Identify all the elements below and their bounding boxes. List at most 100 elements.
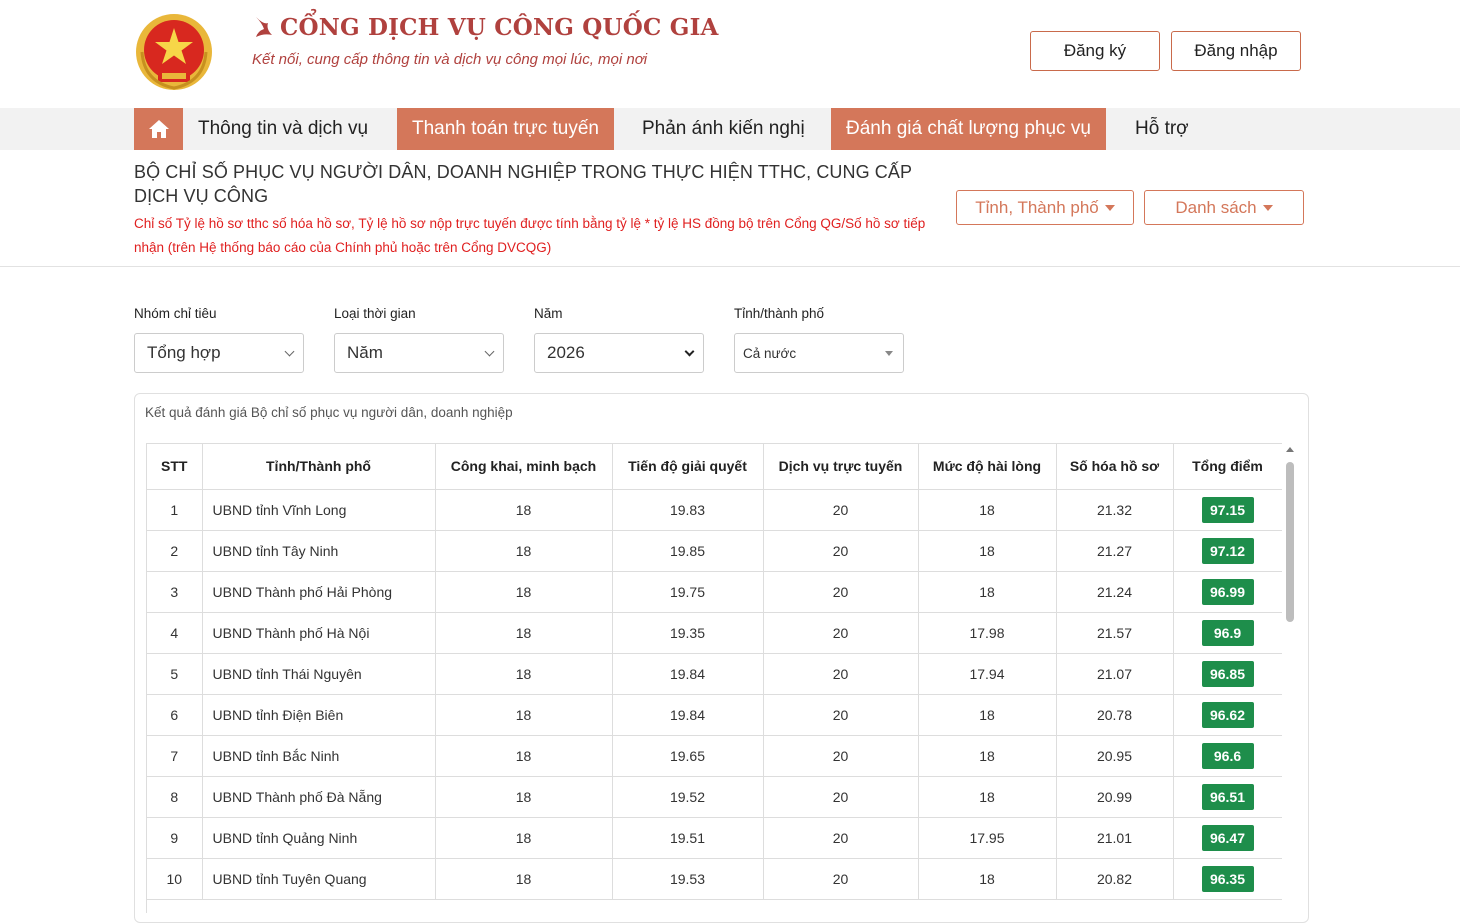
nav-home[interactable]	[134, 108, 183, 150]
table-scrollbar[interactable]	[1283, 444, 1297, 914]
cell-transparency: 18	[435, 817, 613, 859]
cell-online-service: 20	[763, 735, 919, 777]
cell-online-service: 20	[763, 858, 919, 900]
cell-digitization: 21.24	[1056, 571, 1174, 613]
filter-group-select[interactable]: Tổng hợp	[134, 333, 304, 373]
scrollbar-thumb[interactable]	[1286, 462, 1294, 622]
caret-down-icon	[1104, 204, 1115, 211]
list-dropdown[interactable]: Danh sách	[1144, 190, 1304, 225]
column-header[interactable]: Số hóa hồ sơ	[1056, 444, 1174, 490]
site-header: CỔNG DỊCH VỤ CÔNG QUỐC GIA Kết nối, cung…	[0, 0, 1460, 108]
cell-digitization: 20.99	[1056, 776, 1174, 818]
cell-name: UBND tỉnh Quảng Ninh	[202, 817, 436, 859]
column-header[interactable]: Dịch vụ trực tuyến	[763, 444, 919, 490]
column-header[interactable]: Công khai, minh bạch	[435, 444, 613, 490]
cell-transparency: 18	[435, 530, 613, 572]
column-header[interactable]: Tổng điểm	[1173, 444, 1282, 490]
table-row[interactable]: 6 UBND tỉnh Điện Biên 18 19.84 20 18 20.78 96.6…	[147, 694, 1282, 736]
cell-progress: 19.85	[612, 530, 764, 572]
cell-satisfaction: 18	[918, 530, 1057, 572]
table-row[interactable]: 3 UBND Thành phố Hải Phòng 18 19.75 20 18 21.2…	[147, 571, 1282, 613]
nav-service-quality[interactable]: Đánh giá chất lượng phục vụ	[831, 108, 1106, 150]
cell-progress: 19.52	[612, 776, 764, 818]
cell-transparency: 18	[435, 694, 613, 736]
total-score-badge: 96.6	[1201, 742, 1254, 769]
cell-digitization: 20.82	[1056, 858, 1174, 900]
total-score-badge: 96.47	[1201, 824, 1254, 851]
cell-digitization: 20.95	[1056, 735, 1174, 777]
filter-year-label: Năm	[534, 306, 563, 321]
national-emblem-icon[interactable]	[134, 12, 214, 92]
cell-satisfaction: 18	[918, 735, 1057, 777]
cell-progress: 19.65	[612, 735, 764, 777]
cell-digitization: 21.27	[1056, 530, 1174, 572]
nav-feedback[interactable]: Phản ánh kiến nghị	[627, 108, 820, 150]
cell-satisfaction: 17.94	[918, 653, 1057, 695]
filter-province-label: Tỉnh/thành phố	[734, 306, 825, 321]
cell-progress: 19.83	[612, 489, 764, 531]
title-area: Bộ chỉ số phục vụ người dân, doanh nghiệ…	[134, 160, 949, 260]
cell-total: 96.35	[1173, 858, 1282, 900]
cell-total: 96.47	[1173, 817, 1282, 859]
brand[interactable]: CỔNG DỊCH VỤ CÔNG QUỐC GIA Kết nối, cung…	[252, 14, 719, 68]
page-note: Chỉ số Tỷ lệ hồ sơ tthc số hóa hồ sơ, Tỷ…	[134, 216, 926, 255]
filter-time-type-select[interactable]: Năm	[334, 333, 504, 373]
cell-digitization: 21.07	[1056, 653, 1174, 695]
filter-year: Năm 2026	[534, 306, 704, 373]
cell-transparency: 18	[435, 489, 613, 531]
cell-total: 96.51	[1173, 776, 1282, 818]
nav-online-payment[interactable]: Thanh toán trực tuyến	[397, 108, 614, 150]
cell-stt: 4	[147, 612, 203, 654]
home-icon	[148, 120, 169, 138]
column-header[interactable]: Mức độ hài lòng	[918, 444, 1057, 490]
filter-group-value: Tổng hợp	[147, 343, 221, 362]
filter-province: Tỉnh/thành phố Cả nước	[734, 306, 904, 373]
brand-title-wrap: CỔNG DỊCH VỤ CÔNG QUỐC GIA	[252, 14, 719, 41]
cell-online-service: 20	[763, 612, 919, 654]
table-row[interactable]: 9 UBND tỉnh Quảng Ninh 18 19.51 20 17.95 21.01…	[147, 817, 1282, 859]
table-row[interactable]: 10 UBND tỉnh Tuyên Quang 18 19.53 20 18 20.82 9…	[147, 858, 1282, 900]
cell-name: UBND tỉnh Vĩnh Long	[202, 489, 436, 531]
cell-satisfaction: 17.95	[918, 817, 1057, 859]
nav-info-services[interactable]: Thông tin và dịch vụ	[183, 108, 383, 150]
login-button[interactable]: Đăng nhập	[1171, 31, 1301, 71]
table-row[interactable]: 7 UBND tỉnh Bắc Ninh 18 19.65 20 18 20.95 96.6	[147, 735, 1282, 777]
cell-name: UBND Thành phố Hải Phòng	[202, 571, 436, 613]
province-dropdown[interactable]: Tỉnh, Thành phố	[956, 190, 1134, 225]
table-row[interactable]: 8 UBND Thành phố Đà Nẵng 18 19.52 20 18 20.99 9…	[147, 776, 1282, 818]
brand-subtitle: Kết nối, cung cấp thông tin và dịch vụ c…	[252, 51, 648, 68]
filter-province-select[interactable]: Cả nước	[734, 333, 904, 373]
register-button[interactable]: Đăng ký	[1030, 31, 1160, 71]
cell-progress: 19.53	[612, 858, 764, 900]
table-row[interactable]: 4 UBND Thành phố Hà Nội 18 19.35 20 17.98 21.5…	[147, 612, 1282, 654]
total-score-badge: 96.99	[1201, 578, 1254, 605]
filter-province-value: Cả nước	[743, 345, 797, 361]
cell-total: 96.6	[1173, 735, 1282, 777]
table-row[interactable]: 5 UBND tỉnh Thái Nguyên 18 19.84 20 17.94 21.0…	[147, 653, 1282, 695]
cell-total: 97.15	[1173, 489, 1282, 531]
cell-satisfaction: 18	[918, 694, 1057, 736]
table-header-row: STT Tỉnh/Thành phố Công khai, minh bạch …	[147, 444, 1282, 490]
filter-time-type-value: Năm	[347, 343, 383, 362]
cell-total: 96.85	[1173, 653, 1282, 695]
cell-progress: 19.84	[612, 653, 764, 695]
cell-stt: 7	[147, 735, 203, 777]
cell-progress: 19.84	[612, 694, 764, 736]
cell-transparency: 18	[435, 776, 613, 818]
cell-digitization: 21.01	[1056, 817, 1174, 859]
scroll-up-icon[interactable]	[1286, 447, 1294, 452]
table-row[interactable]: 1 UBND tỉnh Vĩnh Long 18 19.83 20 18 21.32 97.1…	[147, 489, 1282, 531]
table-row[interactable]: 2 UBND tỉnh Tây Ninh 18 19.85 20 18 21.27 97.12	[147, 530, 1282, 572]
column-header[interactable]: STT	[147, 444, 203, 490]
cell-total: 96.99	[1173, 571, 1282, 613]
cell-digitization: 20.78	[1056, 694, 1174, 736]
cell-transparency: 18	[435, 571, 613, 613]
total-score-badge: 96.51	[1201, 783, 1254, 810]
nav-support[interactable]: Hỗ trợ	[1120, 108, 1204, 150]
brand-title: CỔNG DỊCH VỤ CÔNG QUỐC GIA	[280, 14, 719, 41]
results-table-container[interactable]: STT Tỉnh/Thành phố Công khai, minh bạch …	[146, 443, 1282, 913]
column-header[interactable]: Tiến độ giải quyết	[612, 444, 764, 490]
filter-year-select[interactable]: 2026	[534, 333, 704, 373]
column-header[interactable]: Tỉnh/Thành phố	[202, 444, 436, 490]
cell-satisfaction: 18	[918, 571, 1057, 613]
